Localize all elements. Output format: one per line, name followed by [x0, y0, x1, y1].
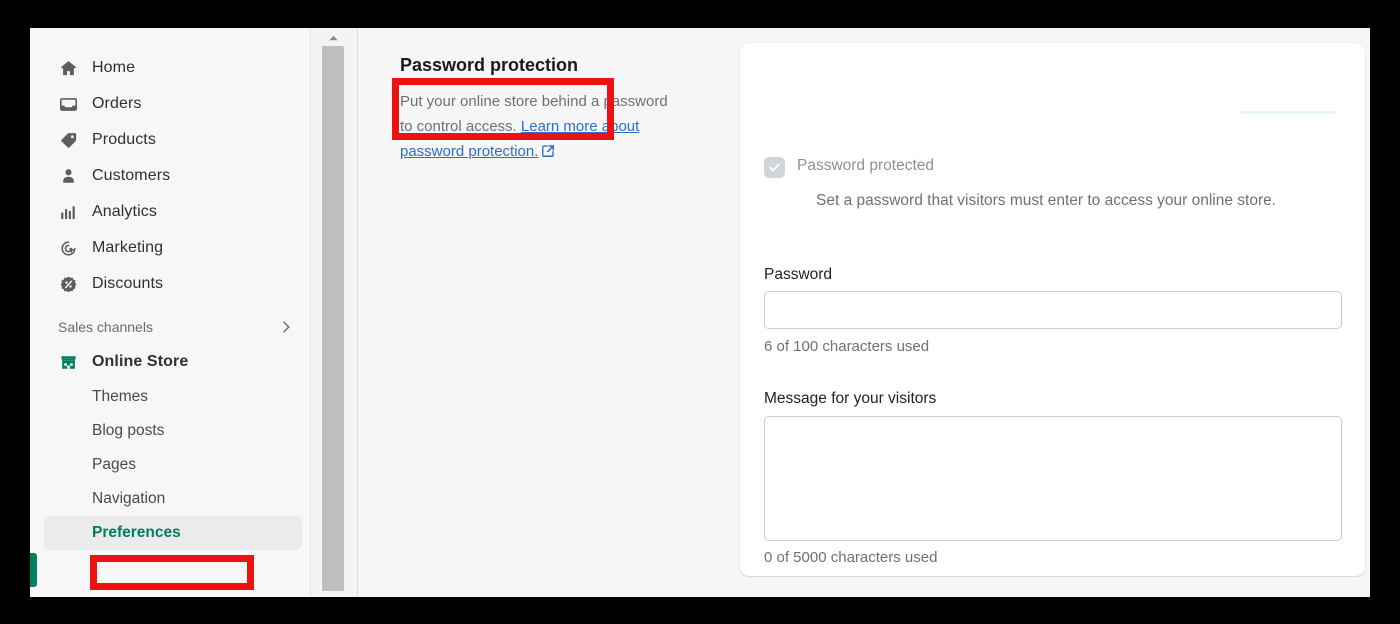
chevron-right-icon[interactable] [278, 319, 294, 335]
settings-heading-block: Password protection Put your online stor… [400, 53, 700, 166]
faint-placeholder-line [1240, 111, 1337, 114]
products-tag-icon [58, 130, 78, 150]
sidebar-item-label: Customers [92, 167, 170, 185]
sidebar-item-analytics[interactable]: Analytics [44, 194, 302, 230]
sidebar-item-products[interactable]: Products [44, 122, 302, 158]
sidebar-item-orders[interactable]: Orders [44, 86, 302, 122]
sidebar-item-label: Analytics [92, 203, 157, 221]
analytics-bars-icon [58, 202, 78, 222]
sidebar-item-label: Marketing [92, 239, 163, 257]
sidebar-subitem-label: Preferences [92, 524, 181, 542]
sidebar-item-home[interactable]: Home [44, 50, 302, 86]
discounts-percent-icon [58, 274, 78, 294]
message-field-label: Message for your visitors [764, 390, 936, 408]
sidebar-scrollbar[interactable] [310, 28, 358, 597]
sidebar-item-label: Online Store [92, 353, 188, 371]
screenshot-root: Home Orders [0, 0, 1400, 624]
customers-person-icon [58, 166, 78, 186]
scrollbar-thumb[interactable] [322, 46, 344, 591]
active-item-indicator [30, 553, 37, 587]
sidebar-item-discounts[interactable]: Discounts [44, 266, 302, 302]
main-content: Password protection Put your online stor… [359, 28, 1370, 597]
sidebar-item-themes[interactable]: Themes [44, 380, 302, 414]
password-protected-label: Password protected [797, 156, 934, 176]
online-store-icon [58, 352, 78, 372]
sidebar-navigation: Home Orders [30, 28, 310, 597]
sidebar-item-navigation[interactable]: Navigation [44, 482, 302, 516]
scroll-up-arrow-icon[interactable] [324, 32, 342, 44]
page-description: Put your online store behind a password … [400, 89, 672, 166]
message-textarea[interactable] [764, 416, 1342, 541]
password-protection-card: Password protected Set a password that v… [740, 43, 1365, 576]
password-field-label: Password [764, 266, 832, 284]
sidebar-item-blog-posts[interactable]: Blog posts [44, 414, 302, 448]
page-title: Password protection [400, 53, 700, 77]
sidebar-subitem-label: Blog posts [92, 422, 164, 440]
password-character-counter: 6 of 100 characters used [764, 338, 929, 355]
checkmark-icon [768, 161, 781, 174]
app-frame: Home Orders [30, 28, 1370, 597]
external-link-icon [541, 141, 555, 166]
sidebar-item-customers[interactable]: Customers [44, 158, 302, 194]
sidebar-subitem-label: Pages [92, 456, 136, 474]
sidebar-item-pages[interactable]: Pages [44, 448, 302, 482]
home-icon [58, 58, 78, 78]
sidebar-item-online-store[interactable]: Online Store [44, 344, 302, 380]
sidebar-item-label: Home [92, 59, 135, 77]
orders-inbox-icon [58, 94, 78, 114]
password-input[interactable] [764, 291, 1342, 329]
sidebar-item-label: Orders [92, 95, 142, 113]
password-protected-texts: Password protected [797, 156, 934, 176]
message-character-counter: 0 of 5000 characters used [764, 549, 937, 566]
sidebar-subitem-label: Navigation [92, 490, 165, 508]
sidebar-item-marketing[interactable]: Marketing [44, 230, 302, 266]
sidebar-item-preferences[interactable]: Preferences [44, 516, 302, 550]
sidebar-section-label: Sales channels [58, 319, 153, 335]
password-protected-checkbox-row[interactable]: Password protected [764, 156, 934, 178]
password-protected-help-text: Set a password that visitors must enter … [816, 191, 1276, 211]
sidebar-item-label: Products [92, 131, 156, 149]
sidebar-section-sales-channels[interactable]: Sales channels [44, 312, 294, 342]
marketing-target-icon [58, 238, 78, 258]
sidebar-subitem-label: Themes [92, 388, 148, 406]
sidebar-item-label: Discounts [92, 275, 163, 293]
sidebar-main-list: Home Orders [30, 28, 310, 550]
password-protected-checkbox[interactable] [764, 157, 785, 178]
